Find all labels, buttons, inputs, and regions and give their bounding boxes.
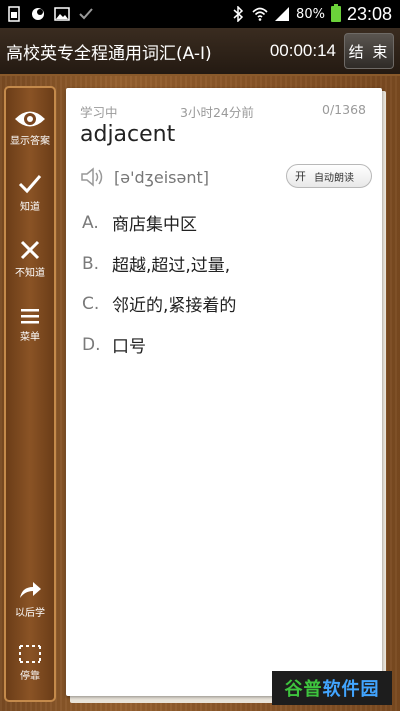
dont-know-button[interactable]: 不知道 [6, 238, 54, 279]
check-icon [18, 175, 42, 194]
battery-icon [330, 4, 341, 22]
pronunciation-row: [ə'dʒeisənt] [80, 166, 209, 188]
option-a[interactable]: A. 商店集中区 [82, 210, 197, 236]
option-d[interactable]: D. 口号 [82, 332, 146, 358]
clock: 23:08 [346, 3, 392, 24]
title-bar: 高校英专全程通用词汇(A-I) 00:00:14 结 束 [0, 28, 400, 76]
elapsed-time: 3小时24分前 [180, 105, 254, 120]
menu-label: 菜单 [20, 332, 40, 343]
speaker-icon[interactable] [80, 166, 106, 188]
option-b[interactable]: B. 超越,超过,过量, [82, 251, 231, 277]
check-icon [79, 8, 93, 20]
signal-icon [275, 7, 290, 21]
close-icon [20, 240, 40, 260]
vocab-word: adjacent [80, 122, 176, 147]
option-text: 商店集中区 [112, 215, 197, 235]
know-label: 知道 [20, 202, 40, 213]
option-c[interactable]: C. 邻近的,紧接着的 [82, 291, 237, 317]
option-key: B. [82, 253, 100, 274]
watermark-part1: 谷普 [284, 679, 323, 700]
sidebar: 显示答案 知道 不知道 菜单 以后学 停靠 [4, 86, 56, 702]
show-answer-label: 显示答案 [10, 136, 50, 147]
menu-button[interactable]: 菜单 [6, 306, 54, 343]
end-button[interactable]: 结 束 [344, 33, 394, 69]
learn-later-label: 以后学 [15, 608, 45, 619]
image-icon [54, 7, 70, 21]
learn-later-button[interactable]: 以后学 [6, 578, 54, 619]
wifi-icon [252, 7, 268, 21]
menu-icon [21, 309, 39, 324]
auto-read-toggle[interactable]: 开 自动朗读 [286, 164, 372, 188]
option-text: 邻近的,紧接着的 [112, 296, 237, 316]
option-key: D. [82, 334, 101, 355]
dock-button[interactable]: 停靠 [6, 643, 54, 682]
auto-read-state: 开 [295, 170, 306, 183]
watermark: 谷普 软件园 [272, 671, 392, 705]
watermark-part2: 软件园 [322, 679, 380, 700]
dont-know-label: 不知道 [15, 268, 45, 279]
bluetooth-icon [233, 6, 244, 22]
auto-read-label: 自动朗读 [314, 172, 354, 184]
option-text: 口号 [112, 337, 146, 357]
share-arrow-icon [20, 582, 41, 598]
phonetic-text: [ə'dʒeisənt] [114, 167, 210, 187]
word-card: 学习中 3小时24分前 0/1368 adjacent [ə'dʒeisənt]… [66, 88, 382, 696]
option-key: A. [82, 212, 99, 233]
eye-icon [15, 111, 45, 127]
option-text: 超越,超过,过量, [112, 256, 231, 276]
study-status: 学习中 [80, 105, 118, 120]
study-timer: 00:00:14 [269, 41, 336, 60]
sim-icon [8, 6, 20, 22]
dock-icon [19, 645, 41, 663]
circle-app-icon [32, 8, 44, 20]
progress-counter: 0/1368 [322, 102, 366, 117]
status-bar: 80% 23:08 [0, 0, 400, 28]
page-title: 高校英专全程通用词汇(A-I) [6, 43, 212, 64]
know-button[interactable]: 知道 [6, 172, 54, 213]
option-key: C. [82, 293, 100, 314]
battery-percent: 80% [296, 6, 325, 22]
show-answer-button[interactable]: 显示答案 [6, 108, 54, 147]
dock-label: 停靠 [20, 671, 40, 682]
